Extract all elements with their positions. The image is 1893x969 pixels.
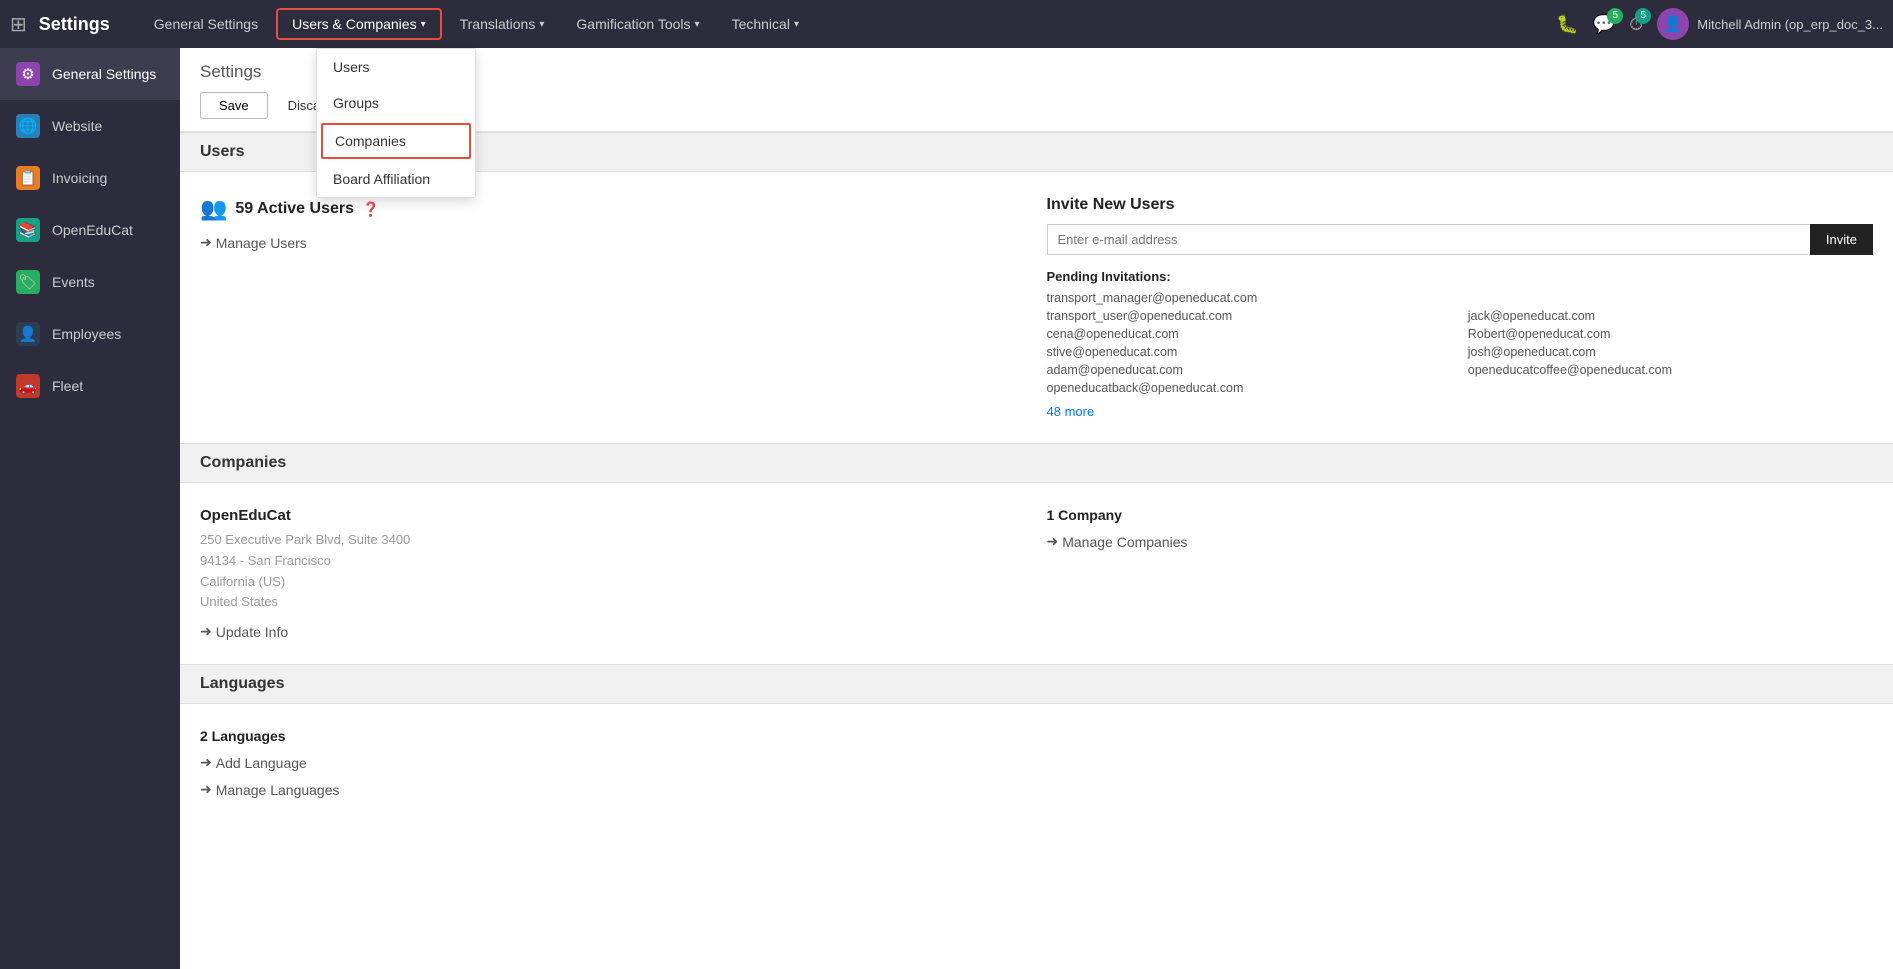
arrow-icon: ➜ [200, 754, 212, 771]
invite-button[interactable]: Invite [1810, 224, 1873, 255]
invite-title: Invite New Users [1047, 196, 1874, 214]
companies-section-body: OpenEduCat 250 Executive Park Blvd, Suit… [180, 483, 1893, 664]
add-language-link[interactable]: ➜ Add Language [200, 754, 340, 771]
employees-icon: 👤 [16, 322, 40, 346]
chat-badge: 5 [1607, 8, 1623, 24]
topnav-right-area: 🐛 💬 5 ⏱ 5 👤 Mitchell Admin (op_erp_doc_3… [1556, 8, 1883, 40]
languages-section-body: 2 Languages ➜ Add Language ➜ Manage Lang… [180, 704, 1893, 822]
sidebar-item-fleet[interactable]: 🚗 Fleet [0, 360, 180, 412]
company-count: 1 Company [1047, 507, 1874, 523]
sidebar-item-general-settings[interactable]: ⚙ General Settings [0, 48, 180, 100]
pending-email: openeducatback@openeducat.com [1047, 380, 1452, 396]
dropdown-caret-translations: ▾ [539, 19, 544, 30]
dropdown-item-companies[interactable]: Companies [321, 123, 471, 159]
sidebar: ⚙ General Settings 🌐 Website 📋 Invoicing… [0, 48, 180, 969]
lang-count: 2 Languages [200, 728, 340, 744]
website-icon: 🌐 [16, 114, 40, 138]
sidebar-item-openeducat[interactable]: 📚 OpenEduCat [0, 204, 180, 256]
dropdown-caret: ▾ [421, 19, 426, 30]
app-title: Settings [39, 14, 110, 35]
username: Mitchell Admin (op_erp_doc_3... [1697, 17, 1883, 32]
users-group-icon: 👥 [200, 196, 227, 222]
pending-email: transport_user@openeducat.com [1047, 308, 1452, 324]
dropdown-item-users[interactable]: Users [317, 49, 475, 85]
nav-general-settings[interactable]: General Settings [140, 10, 272, 38]
dropdown-item-board-affiliation[interactable]: Board Affiliation [317, 161, 475, 197]
pending-email: adam@openeducat.com [1047, 362, 1452, 378]
invoicing-icon: 📋 [16, 166, 40, 190]
companies-right-panel: 1 Company ➜ Manage Companies [1047, 507, 1874, 640]
arrow-icon: ➜ [200, 234, 212, 251]
languages-section-header: Languages [180, 664, 1893, 704]
pending-email [1468, 380, 1873, 396]
email-input[interactable] [1047, 224, 1810, 255]
nav-technical[interactable]: Technical ▾ [718, 10, 813, 38]
save-button[interactable]: Save [200, 92, 268, 119]
fleet-icon: 🚗 [16, 374, 40, 398]
nav-translations[interactable]: Translations ▾ [446, 10, 559, 38]
sidebar-item-website[interactable]: 🌐 Website [0, 100, 180, 152]
manage-users-link[interactable]: ➜ Manage Users [200, 234, 1027, 251]
sidebar-item-invoicing[interactable]: 📋 Invoicing [0, 152, 180, 204]
openeducat-icon: 📚 [16, 218, 40, 242]
invite-row: Invite [1047, 224, 1874, 255]
pending-email [1468, 290, 1873, 306]
avatar: 👤 [1657, 8, 1689, 40]
users-companies-dropdown: Users Groups Companies Board Affiliation [316, 48, 476, 198]
pending-emails-list: transport_manager@openeducat.com transpo… [1047, 290, 1874, 396]
pending-email: transport_manager@openeducat.com [1047, 290, 1452, 306]
bug-icon[interactable]: 🐛 [1556, 14, 1578, 35]
arrow-icon: ➜ [200, 623, 212, 640]
grid-icon[interactable]: ⊞ [10, 12, 27, 37]
pending-title: Pending Invitations: [1047, 269, 1874, 284]
address-line4: United States [200, 592, 1027, 613]
sidebar-item-events[interactable]: 🏷 Events [0, 256, 180, 308]
address-line2: 94134 - San Francisco [200, 551, 1027, 572]
manage-companies-link[interactable]: ➜ Manage Companies [1047, 533, 1874, 550]
events-icon: 🏷 [16, 270, 40, 294]
company-name: OpenEduCat [200, 507, 1027, 524]
dropdown-caret-technical: ▾ [794, 19, 799, 30]
pending-email: Robert@openeducat.com [1468, 326, 1873, 342]
clock-badge: 5 [1635, 8, 1651, 24]
dropdown-item-groups[interactable]: Groups [317, 85, 475, 121]
help-icon[interactable]: ❓ [362, 201, 379, 218]
address-line1: 250 Executive Park Blvd, Suite 3400 [200, 530, 1027, 551]
pending-email: josh@openeducat.com [1468, 344, 1873, 360]
users-right-panel: Invite New Users Invite Pending Invitati… [1047, 196, 1874, 419]
chat-icon[interactable]: 💬 5 [1593, 14, 1615, 35]
pending-email: cena@openeducat.com [1047, 326, 1452, 342]
top-navigation: ⊞ Settings General Settings Users & Comp… [0, 0, 1893, 48]
nav-users-companies[interactable]: Users & Companies ▾ [276, 8, 442, 40]
pending-email: stive@openeducat.com [1047, 344, 1452, 360]
company-address: 250 Executive Park Blvd, Suite 3400 9413… [200, 530, 1027, 613]
user-menu[interactable]: 👤 Mitchell Admin (op_erp_doc_3... [1657, 8, 1883, 40]
nav-gamification-tools[interactable]: Gamification Tools ▾ [562, 10, 713, 38]
arrow-icon: ➜ [200, 781, 212, 798]
address-line3: California (US) [200, 572, 1027, 593]
top-menu: General Settings Users & Companies ▾ Tra… [140, 8, 1557, 40]
arrow-icon: ➜ [1047, 533, 1059, 550]
users-left-panel: 👥 59 Active Users ❓ ➜ Manage Users [200, 196, 1027, 419]
active-users-row: 👥 59 Active Users ❓ [200, 196, 1027, 222]
languages-panel: 2 Languages ➜ Add Language ➜ Manage Lang… [200, 728, 340, 798]
manage-languages-link[interactable]: ➜ Manage Languages [200, 781, 340, 798]
dropdown-caret-gamification: ▾ [695, 19, 700, 30]
companies-section-header: Companies [180, 443, 1893, 483]
pending-email: openeducatcoffee@openeducat.com [1468, 362, 1873, 378]
clock-icon[interactable]: ⏱ 5 [1629, 14, 1643, 35]
more-link[interactable]: 48 more [1047, 404, 1874, 419]
companies-left-panel: OpenEduCat 250 Executive Park Blvd, Suit… [200, 507, 1027, 640]
update-info-link[interactable]: ➜ Update Info [200, 623, 1027, 640]
active-users-count: 59 Active Users [235, 200, 354, 218]
page-wrapper: ⚙ General Settings 🌐 Website 📋 Invoicing… [0, 48, 1893, 969]
users-section-body: 👥 59 Active Users ❓ ➜ Manage Users Invit… [180, 172, 1893, 443]
sidebar-item-employees[interactable]: 👤 Employees [0, 308, 180, 360]
pending-email: jack@openeducat.com [1468, 308, 1873, 324]
general-settings-icon: ⚙ [16, 62, 40, 86]
